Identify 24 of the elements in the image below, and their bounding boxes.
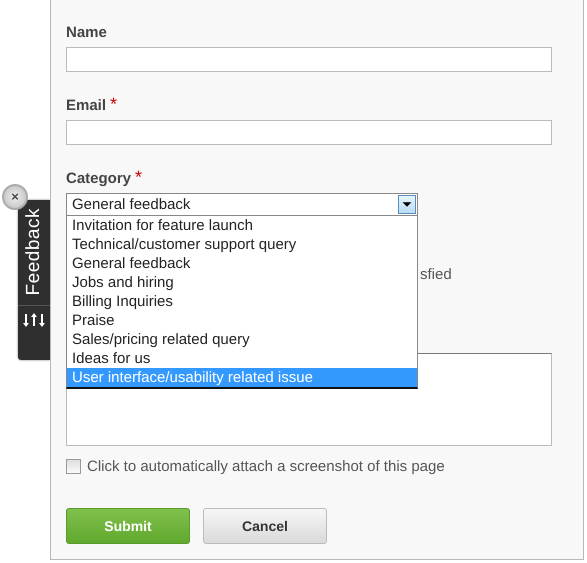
field-label: Email xyxy=(66,97,106,114)
field-label: Category xyxy=(66,170,132,187)
dropdown-option[interactable]: Praise xyxy=(67,311,417,330)
feedback-tab-label: Feedback xyxy=(23,207,45,298)
dropdown-option[interactable]: Technical/customer support query xyxy=(67,235,417,254)
close-button[interactable]: × xyxy=(2,184,28,210)
feedback-tab[interactable]: Feedback xyxy=(18,200,50,360)
sort-arrows-icon xyxy=(23,312,45,328)
rating-label: sfied xyxy=(420,266,452,283)
dropdown-option[interactable]: Invitation for feature launch xyxy=(67,216,417,235)
checkbox[interactable] xyxy=(66,459,81,474)
category-select[interactable]: General feedback xyxy=(66,193,418,216)
dropdown-option[interactable]: Sales/pricing related query xyxy=(67,330,417,349)
input-field[interactable] xyxy=(66,120,552,145)
required-mark: * xyxy=(135,167,142,188)
dropdown-option[interactable]: Ideas for us xyxy=(67,349,417,368)
cancel-button[interactable]: Cancel xyxy=(203,508,327,544)
dropdown-option[interactable]: General feedback xyxy=(67,254,417,273)
required-mark: * xyxy=(110,94,118,115)
field-label: Name xyxy=(66,24,107,41)
input-field[interactable] xyxy=(66,47,552,72)
checkbox-label: Click to automatically attach a screenshot of this page xyxy=(87,458,445,475)
dropdown-option[interactable]: Billing Inquiries xyxy=(67,292,417,311)
dropdown-option[interactable]: Jobs and hiring xyxy=(67,273,417,292)
